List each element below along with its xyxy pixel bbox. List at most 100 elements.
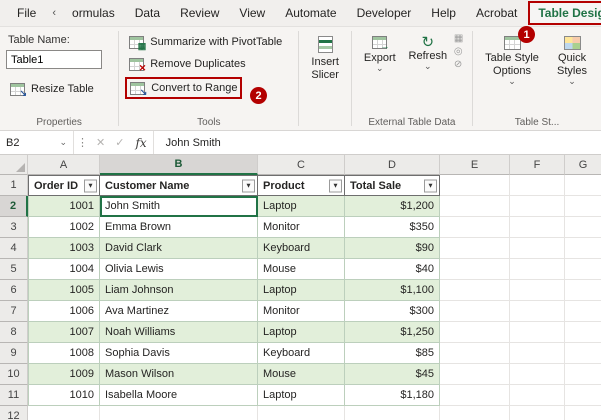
cell-B6[interactable]: Liam Johnson	[100, 280, 258, 301]
select-all-corner[interactable]	[0, 155, 28, 175]
cell-F9[interactable]	[510, 343, 565, 364]
column-header-E[interactable]: E	[440, 155, 510, 175]
filter-button[interactable]: ▾	[424, 179, 437, 192]
formula-input[interactable]: John Smith	[154, 137, 221, 149]
cell-A10[interactable]: 1009	[28, 364, 100, 385]
cell-F2[interactable]	[510, 196, 565, 217]
cell-D7[interactable]: $300	[345, 301, 440, 322]
tab-automate[interactable]: Automate	[276, 1, 345, 25]
cell-B8[interactable]: Noah Williams	[100, 322, 258, 343]
resize-table-button[interactable]: ↘ Resize Table	[6, 78, 112, 100]
column-header-F[interactable]: F	[510, 155, 565, 175]
cell-E12[interactable]	[440, 406, 510, 420]
formula-bar-handle-icon[interactable]: ⋮	[74, 136, 91, 149]
cell-C9[interactable]: Keyboard	[258, 343, 345, 364]
row-header-10[interactable]: 10	[0, 364, 28, 385]
cell-F10[interactable]	[510, 364, 565, 385]
cell-A9[interactable]: 1008	[28, 343, 100, 364]
cell-D5[interactable]: $40	[345, 259, 440, 280]
cell-E8[interactable]	[440, 322, 510, 343]
quick-styles-button[interactable]: Quick Styles ⌄	[549, 31, 595, 84]
cell-E2[interactable]	[440, 196, 510, 217]
table-name-input[interactable]	[6, 50, 102, 69]
cell-D11[interactable]: $1,180	[345, 385, 440, 406]
export-button[interactable]: → Export ⌄	[358, 31, 402, 71]
cell-A6[interactable]: 1005	[28, 280, 100, 301]
cell-C5[interactable]: Mouse	[258, 259, 345, 280]
chevron-left-icon[interactable]: ‹	[47, 2, 61, 24]
cell-C2[interactable]: Laptop	[258, 196, 345, 217]
name-box[interactable]: B2 ⌄	[0, 131, 74, 154]
cancel-icon[interactable]: ✕	[91, 136, 110, 149]
cell-G5[interactable]	[565, 259, 601, 280]
cell-F7[interactable]	[510, 301, 565, 322]
cell-G8[interactable]	[565, 322, 601, 343]
column-header-B[interactable]: B	[100, 155, 258, 175]
cell-C6[interactable]: Laptop	[258, 280, 345, 301]
row-header-6[interactable]: 6	[0, 280, 28, 301]
cell-G2[interactable]	[565, 196, 601, 217]
tab-file[interactable]: File	[8, 1, 45, 25]
cell-F5[interactable]	[510, 259, 565, 280]
tab-review[interactable]: Review	[171, 1, 228, 25]
cell-E9[interactable]	[440, 343, 510, 364]
cell-D9[interactable]: $85	[345, 343, 440, 364]
cell-E3[interactable]	[440, 217, 510, 238]
column-header-G[interactable]: G	[565, 155, 601, 175]
cell-C7[interactable]: Monitor	[258, 301, 345, 322]
cell-C4[interactable]: Keyboard	[258, 238, 345, 259]
row-header-2[interactable]: 2	[0, 196, 28, 217]
row-header-7[interactable]: 7	[0, 301, 28, 322]
cell-C3[interactable]: Monitor	[258, 217, 345, 238]
filter-button[interactable]: ▾	[84, 179, 97, 192]
cell-A7[interactable]: 1006	[28, 301, 100, 322]
tab-table-design[interactable]: Table Design	[528, 1, 601, 25]
convert-to-range-button[interactable]: ↘ Convert to Range	[125, 77, 242, 99]
cell-A4[interactable]: 1003	[28, 238, 100, 259]
cell-C10[interactable]: Mouse	[258, 364, 345, 385]
refresh-button[interactable]: ↻ Refresh ⌄	[406, 31, 450, 71]
cell-E7[interactable]	[440, 301, 510, 322]
column-header-D[interactable]: D	[345, 155, 440, 175]
row-header-9[interactable]: 9	[0, 343, 28, 364]
cell-G3[interactable]	[565, 217, 601, 238]
cell-A1[interactable]: Order ID▾	[28, 175, 100, 196]
enter-icon[interactable]: ✓	[110, 136, 129, 149]
cell-B2[interactable]: John Smith	[100, 196, 258, 217]
cell-C1[interactable]: Product▾	[258, 175, 345, 196]
row-header-3[interactable]: 3	[0, 217, 28, 238]
cell-D12[interactable]	[345, 406, 440, 420]
cell-C8[interactable]: Laptop	[258, 322, 345, 343]
cell-B9[interactable]: Sophia Davis	[100, 343, 258, 364]
cell-B4[interactable]: David Clark	[100, 238, 258, 259]
tab-view[interactable]: View	[230, 1, 274, 25]
row-header-8[interactable]: 8	[0, 322, 28, 343]
cell-F4[interactable]	[510, 238, 565, 259]
cell-A8[interactable]: 1007	[28, 322, 100, 343]
cell-G1[interactable]	[565, 175, 601, 196]
row-header-1[interactable]: 1	[0, 175, 28, 196]
row-header-5[interactable]: 5	[0, 259, 28, 280]
cell-D8[interactable]: $1,250	[345, 322, 440, 343]
cell-B10[interactable]: Mason Wilson	[100, 364, 258, 385]
tab-ormulas[interactable]: ormulas	[63, 1, 124, 25]
table-properties-icon[interactable]: ▦	[454, 34, 463, 44]
summarize-pivottable-button[interactable]: ▦ Summarize with PivotTable	[125, 31, 292, 53]
cell-E10[interactable]	[440, 364, 510, 385]
cell-G9[interactable]	[565, 343, 601, 364]
insert-function-icon[interactable]: fx	[129, 136, 152, 150]
cell-E4[interactable]	[440, 238, 510, 259]
column-header-A[interactable]: A	[28, 155, 100, 175]
remove-duplicates-button[interactable]: ✕ Remove Duplicates	[125, 53, 292, 75]
tab-help[interactable]: Help	[422, 1, 465, 25]
cell-G11[interactable]	[565, 385, 601, 406]
column-header-C[interactable]: C	[258, 155, 345, 175]
tab-developer[interactable]: Developer	[348, 1, 421, 25]
unlink-icon[interactable]: ⊘	[454, 60, 463, 70]
tab-data[interactable]: Data	[126, 1, 169, 25]
cell-B7[interactable]: Ava Martinez	[100, 301, 258, 322]
cell-D3[interactable]: $350	[345, 217, 440, 238]
cell-E6[interactable]	[440, 280, 510, 301]
tab-acrobat[interactable]: Acrobat	[467, 1, 526, 25]
table-style-options-button[interactable]: Table Style Options ⌄	[479, 31, 545, 84]
